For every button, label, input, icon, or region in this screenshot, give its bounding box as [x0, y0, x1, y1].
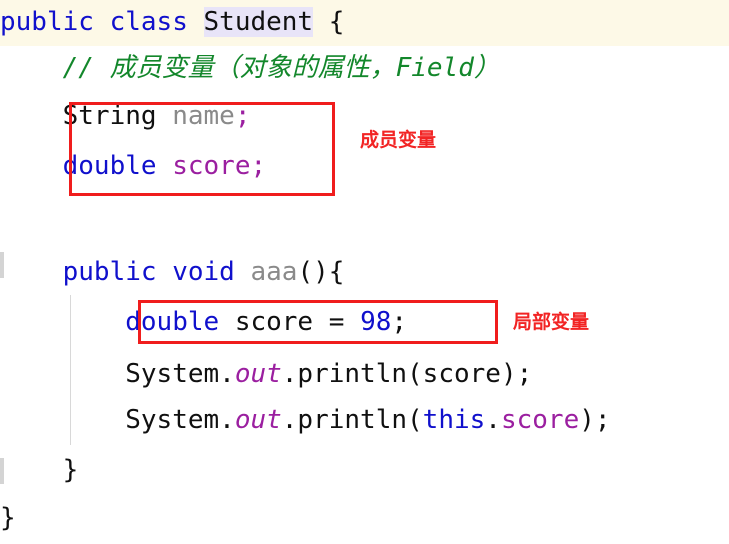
keyword-public: public — [62, 257, 157, 287]
method-name-aaa[interactable]: aaa — [250, 257, 297, 287]
local-variable-score[interactable]: score — [235, 307, 313, 337]
code-line-9[interactable]: } — [0, 448, 79, 492]
code-line-8[interactable]: System.out.println(this.score); — [0, 398, 611, 442]
println-call: .println( — [281, 359, 423, 389]
code-line-4[interactable]: double score; — [0, 144, 267, 188]
open-brace: { — [313, 7, 345, 37]
number-literal-98: 98 — [360, 307, 392, 337]
class-close-brace: } — [0, 503, 16, 533]
statement-close: ); — [500, 359, 533, 389]
static-field-out[interactable]: out — [235, 405, 282, 435]
system-class: System. — [125, 405, 235, 435]
statement-close: ); — [579, 405, 611, 435]
static-field-out[interactable]: out — [235, 359, 282, 389]
println-call: .println( — [281, 405, 423, 435]
code-line-5[interactable]: public void aaa(){ — [0, 250, 345, 294]
system-class: System. — [125, 359, 235, 389]
keyword-double: double — [62, 151, 157, 181]
dot-operator: . — [485, 405, 501, 435]
field-reference-score[interactable]: score — [501, 405, 579, 435]
code-line-2[interactable]: // 成员变量（对象的属性，Field） — [0, 46, 500, 90]
argument-score[interactable]: score — [423, 359, 501, 389]
code-line-1[interactable]: public class Student { — [0, 0, 344, 44]
keyword-this: this — [422, 405, 486, 435]
java-code-editor[interactable]: public class Student { // 成员变量（对象的属性，Fie… — [0, 0, 729, 544]
field-declaration-score[interactable]: score — [172, 151, 250, 181]
semicolon: ; — [250, 151, 267, 181]
member-variable-annotation-label: 成员变量 — [360, 129, 437, 151]
keyword-void: void — [172, 257, 235, 287]
code-line-10[interactable]: } — [0, 496, 16, 540]
keyword-class: class — [109, 7, 188, 37]
comment-member-variable: // 成员变量（对象的属性，Field） — [62, 53, 500, 83]
method-close-brace: } — [62, 455, 79, 485]
class-name-student[interactable]: Student — [203, 7, 314, 37]
semicolon: ; — [391, 307, 408, 337]
semicolon: ; — [234, 101, 251, 131]
keyword-double: double — [125, 307, 220, 337]
code-line-3[interactable]: String name; — [0, 94, 251, 138]
method-parens: (){ — [297, 257, 345, 287]
code-line-7[interactable]: System.out.println(score); — [0, 352, 532, 396]
keyword-public: public — [0, 7, 94, 37]
code-line-6[interactable]: double score = 98; — [0, 300, 407, 344]
type-string: String — [62, 101, 157, 131]
field-declaration-name[interactable]: name — [172, 101, 235, 131]
local-variable-annotation-label: 局部变量 — [513, 311, 590, 333]
assignment-operator: = — [313, 307, 361, 337]
